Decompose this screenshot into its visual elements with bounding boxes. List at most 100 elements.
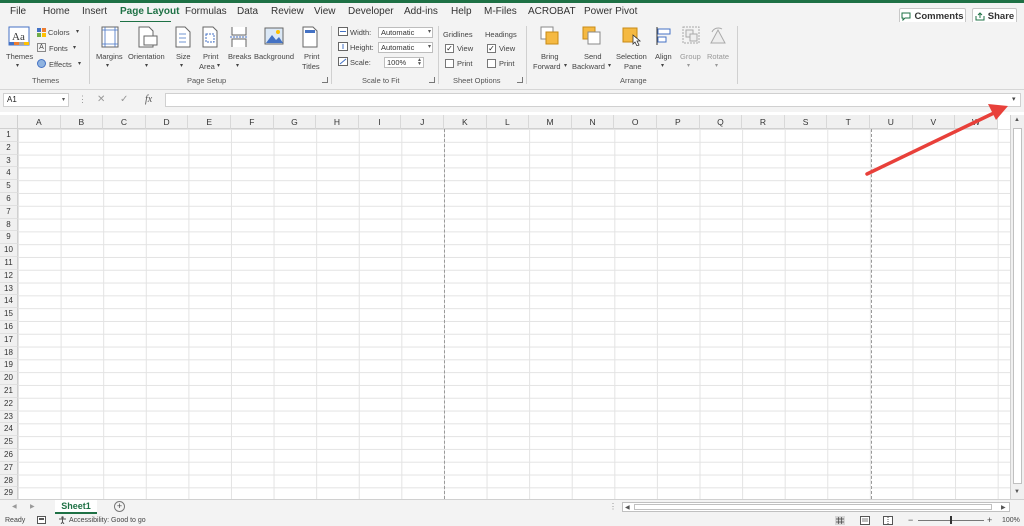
tab-developer[interactable]: Developer (348, 6, 394, 17)
row-header-7[interactable]: 7 (0, 205, 18, 219)
row-header-9[interactable]: 9 (0, 231, 18, 245)
row-header-5[interactable]: 5 (0, 180, 18, 193)
zoom-level[interactable]: 100% (1002, 517, 1020, 524)
sheet-tab-sheet1[interactable]: Sheet1 (55, 500, 97, 514)
tab-help[interactable]: Help (451, 6, 472, 17)
tab-m-files[interactable]: M-Files (484, 6, 517, 17)
spinner-arrows-icon[interactable]: ▲ ▼ (417, 58, 422, 67)
column-header-g[interactable]: G (273, 115, 317, 129)
tab-power-pivot[interactable]: Power Pivot (584, 6, 637, 17)
column-header-t[interactable]: T (827, 115, 870, 129)
name-box[interactable]: A1 ▾ (3, 93, 69, 107)
tab-add-ins[interactable]: Add-ins (404, 6, 438, 17)
column-header-v[interactable]: V (912, 115, 956, 129)
confirm-entry-icon[interactable]: ✓ (120, 94, 128, 105)
accessibility-icon[interactable] (58, 516, 67, 524)
column-header-o[interactable]: O (614, 115, 657, 129)
row-header-25[interactable]: 25 (0, 436, 18, 449)
add-sheet-icon[interactable]: + (114, 501, 125, 512)
vertical-scroll-thumb[interactable] (1013, 128, 1022, 484)
horizontal-scroll-thumb[interactable] (634, 504, 992, 510)
tab-view[interactable]: View (314, 6, 336, 17)
scroll-left-icon[interactable]: ◀ (625, 504, 630, 511)
height-dropdown[interactable]: Automatic ▾ (378, 42, 433, 53)
column-header-n[interactable]: N (571, 115, 615, 129)
row-header-14[interactable]: 14 (0, 295, 18, 309)
row-header-29[interactable]: 29 (0, 487, 18, 499)
column-header-k[interactable]: K (444, 115, 487, 129)
column-header-f[interactable]: F (231, 115, 274, 129)
column-header-q[interactable]: Q (699, 115, 743, 129)
column-header-d[interactable]: D (145, 115, 189, 129)
tab-formulas[interactable]: Formulas (185, 6, 227, 17)
scroll-down-icon[interactable]: ▼ (1014, 489, 1020, 495)
row-header-3[interactable]: 3 (0, 154, 18, 168)
row-header-22[interactable]: 22 (0, 397, 18, 411)
row-header-28[interactable]: 28 (0, 474, 18, 488)
headings-view-checkbox[interactable]: ✓ (487, 44, 496, 53)
insert-function-icon[interactable]: fx (145, 94, 152, 105)
page-setup-launcher-icon[interactable] (322, 77, 328, 83)
row-header-27[interactable]: 27 (0, 461, 18, 475)
column-header-l[interactable]: L (486, 115, 530, 129)
zoom-in-icon[interactable]: + (987, 515, 992, 525)
formula-input[interactable] (165, 93, 1021, 107)
page-break-preview-icon[interactable] (883, 516, 893, 525)
row-header-17[interactable]: 17 (0, 333, 18, 347)
row-header-12[interactable]: 12 (0, 269, 18, 283)
column-header-p[interactable]: P (657, 115, 700, 129)
column-header-r[interactable]: R (742, 115, 785, 129)
width-dropdown[interactable]: Automatic ▾ (378, 27, 433, 38)
column-header-h[interactable]: H (316, 115, 359, 129)
column-header-m[interactable]: M (529, 115, 572, 129)
scale-to-fit-launcher-icon[interactable] (429, 77, 435, 83)
tab-insert[interactable]: Insert (82, 6, 107, 17)
column-header-u[interactable]: U (870, 115, 913, 129)
column-header-c[interactable]: C (103, 115, 146, 129)
column-header-i[interactable]: I (358, 115, 402, 129)
tab-review[interactable]: Review (271, 6, 304, 17)
column-header-j[interactable]: J (401, 115, 444, 129)
row-header-21[interactable]: 21 (0, 385, 18, 398)
row-header-18[interactable]: 18 (0, 346, 18, 360)
headings-print-checkbox[interactable] (487, 59, 496, 68)
column-header-a[interactable]: A (18, 115, 61, 129)
column-header-e[interactable]: E (188, 115, 231, 129)
scroll-up-icon[interactable]: ▲ (1014, 117, 1020, 123)
row-header-20[interactable]: 20 (0, 372, 18, 385)
row-header-24[interactable]: 24 (0, 423, 18, 437)
tab-file[interactable]: File (10, 6, 26, 17)
tab-home[interactable]: Home (43, 6, 70, 17)
cell-area[interactable] (18, 129, 1010, 499)
row-header-13[interactable]: 13 (0, 282, 18, 296)
row-header-1[interactable]: 1 (0, 129, 18, 142)
row-header-10[interactable]: 10 (0, 244, 18, 257)
row-header-19[interactable]: 19 (0, 359, 18, 373)
column-header-w[interactable]: W (955, 115, 998, 129)
accessibility-status[interactable]: Accessibility: Good to go (69, 517, 146, 524)
horizontal-scrollbar[interactable]: ◀ ▶ (622, 502, 1010, 512)
gridlines-view-checkbox[interactable]: ✓ (445, 44, 454, 53)
tab-split-handle-icon[interactable]: ⋮ (609, 502, 617, 511)
cancel-entry-icon[interactable]: ✕ (97, 94, 105, 105)
row-header-16[interactable]: 16 (0, 321, 18, 334)
row-header-11[interactable]: 11 (0, 257, 18, 270)
row-header-26[interactable]: 26 (0, 449, 18, 462)
zoom-slider-thumb[interactable] (950, 516, 952, 524)
page-layout-view-icon[interactable] (860, 516, 870, 525)
previous-sheet-icon[interactable]: ◀ (12, 503, 17, 510)
expand-formula-bar-icon[interactable]: ▾ (1012, 95, 1016, 103)
row-header-15[interactable]: 15 (0, 308, 18, 321)
select-all-corner[interactable] (0, 115, 18, 129)
row-header-4[interactable]: 4 (0, 167, 18, 181)
gridlines-print-checkbox[interactable] (445, 59, 454, 68)
row-header-23[interactable]: 23 (0, 410, 18, 424)
sheet-options-launcher-icon[interactable] (517, 77, 523, 83)
column-header-b[interactable]: B (60, 115, 104, 129)
row-header-2[interactable]: 2 (0, 141, 18, 155)
scroll-right-icon[interactable]: ▶ (1001, 504, 1006, 511)
tab-page-layout[interactable]: Page Layout (120, 6, 179, 17)
next-sheet-icon[interactable]: ▶ (30, 503, 35, 510)
zoom-out-icon[interactable]: − (908, 515, 913, 525)
macro-recording-icon[interactable] (37, 516, 46, 524)
